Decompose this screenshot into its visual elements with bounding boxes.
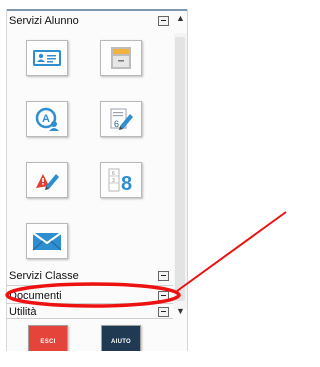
svg-text:8: 8 xyxy=(121,173,132,193)
tile-note[interactable] xyxy=(26,162,68,198)
esci-button[interactable]: ESCI xyxy=(28,325,68,351)
panel-top-border xyxy=(7,9,187,11)
annotation-arrow-line xyxy=(176,211,287,292)
collapse-icon[interactable] xyxy=(158,307,169,317)
calendar-grade-icon: 6 3 8 xyxy=(108,168,132,193)
divider xyxy=(7,318,173,319)
side-panel: Servizi Alunno ▲ ▼ A 6 6 3 8 Servizi Cla… xyxy=(6,9,188,351)
aiuto-button[interactable]: AIUTO xyxy=(101,325,141,351)
grade-pen-icon: 6 xyxy=(110,108,133,130)
section-header-servizi-alunno[interactable]: Servizi Alunno xyxy=(7,15,173,29)
collapse-icon[interactable] xyxy=(158,291,169,301)
tile-anagrafica[interactable] xyxy=(26,40,68,76)
collapse-icon[interactable] xyxy=(158,16,169,26)
section-header-documenti[interactable]: Documenti xyxy=(7,290,173,304)
divider xyxy=(7,303,173,304)
tile-studente[interactable]: A xyxy=(26,101,68,137)
svg-text:3: 3 xyxy=(112,178,115,184)
svg-text:6: 6 xyxy=(114,119,119,129)
section-label-documenti: Documenti xyxy=(9,290,62,302)
section-label-utilita: Utilità xyxy=(9,306,37,318)
section-label-servizi-alunno: Servizi Alunno xyxy=(9,15,79,27)
svg-text:A: A xyxy=(42,113,50,125)
esci-button-label: ESCI xyxy=(40,339,56,345)
id-card-icon xyxy=(33,50,61,66)
aiuto-button-label: AIUTO xyxy=(110,339,132,345)
scroll-down-arrow-icon[interactable]: ▼ xyxy=(175,306,186,316)
student-badge-icon: A xyxy=(35,107,59,131)
note-pen-icon xyxy=(36,174,59,190)
collapse-icon[interactable] xyxy=(158,271,169,281)
tile-orario[interactable]: 6 3 8 xyxy=(100,162,142,198)
section-header-servizi-classe[interactable]: Servizi Classe xyxy=(7,270,173,284)
tile-comunicazioni[interactable] xyxy=(26,223,68,259)
scroll-up-arrow-icon[interactable]: ▲ xyxy=(175,13,186,23)
tile-archivio[interactable] xyxy=(100,40,142,76)
envelope-icon xyxy=(32,232,62,251)
tile-voti[interactable]: 6 xyxy=(100,101,142,137)
scrollbar-thumb[interactable] xyxy=(175,37,185,301)
svg-text:6: 6 xyxy=(112,171,115,177)
section-label-servizi-classe: Servizi Classe xyxy=(9,270,79,282)
file-cabinet-icon xyxy=(111,47,131,69)
divider xyxy=(7,285,173,286)
